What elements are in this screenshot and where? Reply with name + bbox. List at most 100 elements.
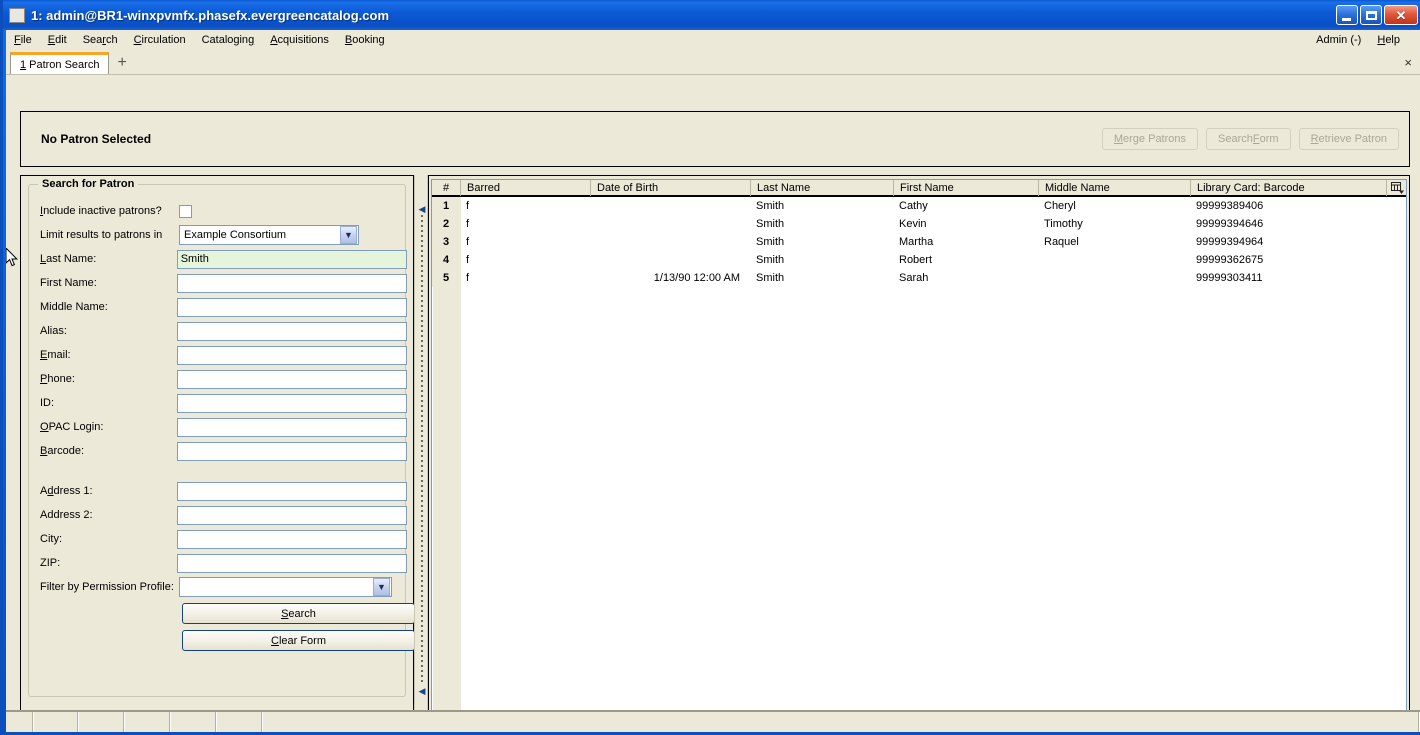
cell-barcode: 99999389406: [1196, 200, 1264, 212]
column-header-barcode[interactable]: Library Card: Barcode: [1190, 180, 1386, 196]
barcode-input[interactable]: [176, 441, 407, 461]
table-row[interactable]: 4 f Smith Robert 99999362675: [432, 251, 1406, 269]
field-label: Alias:: [40, 325, 67, 337]
menu-search[interactable]: Search: [75, 32, 126, 48]
table-row[interactable]: 1 f Smith Cathy Cheryl 99999389406: [432, 197, 1406, 215]
field-label: Middle Name:: [40, 301, 108, 313]
merge-patrons-button[interactable]: Merge Patrons: [1101, 128, 1199, 150]
results-rows: 1 f Smith Cathy Cheryl 99999389406 2 f S…: [432, 197, 1406, 287]
id-input[interactable]: [176, 393, 407, 413]
address-2-input[interactable]: [176, 505, 407, 525]
status-cell: [79, 712, 125, 732]
address-1-input[interactable]: [176, 481, 407, 501]
status-cell: [6, 712, 34, 732]
menu-booking[interactable]: Booking: [337, 32, 393, 48]
phone-input[interactable]: [176, 369, 407, 389]
field-address-1: Address 1:: [29, 479, 407, 503]
clear-form-button[interactable]: Clear Form: [182, 630, 415, 651]
minimize-button[interactable]: [1336, 5, 1358, 25]
search-form-button[interactable]: Search Form: [1206, 128, 1291, 150]
search-group-title: Search for Patron: [38, 178, 139, 190]
search-panel: Search for Patron Include inactive patro…: [20, 175, 415, 732]
field-middle-name: Middle Name:: [29, 295, 407, 319]
cell-barcode: 99999394646: [1196, 218, 1264, 230]
cell-first-name: Cathy: [899, 200, 928, 212]
summary-actions: Merge Patrons Search Form Retrieve Patro…: [1101, 128, 1399, 150]
column-picker-icon[interactable]: [1386, 180, 1406, 196]
maximize-button[interactable]: [1360, 5, 1382, 25]
field-label: Address 1:: [40, 485, 93, 497]
table-row[interactable]: 2 f Smith Kevin Timothy 99999394646: [432, 215, 1406, 233]
field-label: Include inactive patrons?: [40, 205, 162, 217]
first-name-input[interactable]: [176, 273, 407, 293]
column-header-num[interactable]: #: [432, 180, 460, 196]
table-row[interactable]: 3 f Smith Martha Raquel 99999394964: [432, 233, 1406, 251]
cell-last-name: Smith: [756, 200, 785, 212]
cell-first-name: Kevin: [899, 218, 927, 230]
menu-file[interactable]: File: [6, 32, 40, 48]
field-label: City:: [40, 533, 62, 545]
column-header-first-name[interactable]: First Name: [893, 180, 1038, 196]
zip-input[interactable]: [176, 553, 407, 573]
field-label: Address 2:: [40, 509, 93, 521]
results-table-header: # Barred Date of Birth Last Name First N…: [432, 180, 1406, 197]
field-id: ID:: [29, 391, 407, 415]
close-button[interactable]: ✕: [1384, 5, 1418, 25]
window-controls: ✕: [1336, 5, 1418, 25]
cell-last-name: Smith: [756, 254, 785, 266]
column-header-last-name[interactable]: Last Name: [750, 180, 893, 196]
title-bar: 1: admin@BR1-winxpvmfx.phasefx.evergreen…: [3, 0, 1420, 30]
cell-barred: f: [466, 254, 470, 266]
field-label: Barcode:: [40, 445, 85, 457]
last-name-input[interactable]: [176, 249, 407, 269]
column-picker-glyph: [1391, 181, 1404, 194]
limit-results-value: Example Consortium: [184, 229, 287, 241]
menu-admin[interactable]: Admin (-): [1308, 32, 1369, 48]
menu-bar-right: Admin (-) Help: [1308, 32, 1420, 48]
retrieve-patron-button[interactable]: Retrieve Patron: [1298, 128, 1399, 150]
cell-last-name: Smith: [756, 236, 785, 248]
splitter-collapse-left-icon-2[interactable]: ◀: [418, 687, 426, 696]
field-barcode: Barcode:: [29, 439, 407, 463]
new-tab-button[interactable]: +: [117, 55, 126, 71]
window-title: 1: admin@BR1-winxpvmfx.phasefx.evergreen…: [31, 7, 390, 23]
middle-name-input[interactable]: [176, 297, 407, 317]
column-header-barred[interactable]: Barred: [460, 180, 590, 196]
include-inactive-checkbox[interactable]: [179, 204, 192, 218]
table-row[interactable]: 5 f 1/13/90 12:00 AM Smith Sarah 9999930…: [432, 269, 1406, 287]
menu-acquisitions[interactable]: Acquisitions: [262, 32, 337, 48]
field-label: Limit results to patrons in: [40, 229, 163, 241]
cell-first-name: Martha: [899, 236, 934, 248]
menu-edit[interactable]: Edit: [40, 32, 75, 48]
field-label: First Name:: [40, 277, 97, 289]
opac-login-input[interactable]: [176, 417, 407, 437]
menu-help[interactable]: Help: [1369, 32, 1408, 48]
tab-patron-search[interactable]: 1 Patron Search: [10, 52, 110, 74]
field-label: OPAC Login:: [40, 421, 104, 433]
field-city: City:: [29, 527, 407, 551]
splitter-collapse-left-icon[interactable]: ◀: [418, 205, 426, 214]
search-button[interactable]: Search: [182, 603, 415, 624]
limit-results-select[interactable]: Example Consortium ▼: [179, 225, 359, 245]
minimize-icon: [1342, 18, 1351, 21]
permission-profile-select[interactable]: ▼: [179, 577, 392, 597]
search-groupbox: Search for Patron Include inactive patro…: [28, 178, 415, 697]
panel-splitter[interactable]: ◀ ◀: [414, 175, 428, 725]
field-include-inactive: Include inactive patrons?: [29, 199, 407, 223]
field-last-name: Last Name:: [29, 247, 407, 271]
application-window: 1: admin@BR1-winxpvmfx.phasefx.evergreen…: [0, 0, 1420, 735]
city-input[interactable]: [176, 529, 407, 549]
cell-barred: f: [466, 218, 470, 230]
column-header-middle-name[interactable]: Middle Name: [1038, 180, 1190, 196]
menu-circulation[interactable]: Circulation: [126, 32, 194, 48]
tab-label: Patron Search: [29, 58, 100, 71]
email-input[interactable]: [176, 345, 407, 365]
column-header-dob[interactable]: Date of Birth: [590, 180, 750, 196]
field-label: Email:: [40, 349, 71, 361]
menu-cataloging[interactable]: Cataloging: [194, 32, 263, 48]
cell-barcode: 99999303411: [1196, 272, 1263, 284]
alias-input[interactable]: [176, 321, 407, 341]
close-tab-button[interactable]: ×: [1404, 55, 1412, 70]
chevron-down-icon: ▼: [373, 578, 390, 596]
field-limit-results: Limit results to patrons in Example Cons…: [29, 223, 407, 247]
